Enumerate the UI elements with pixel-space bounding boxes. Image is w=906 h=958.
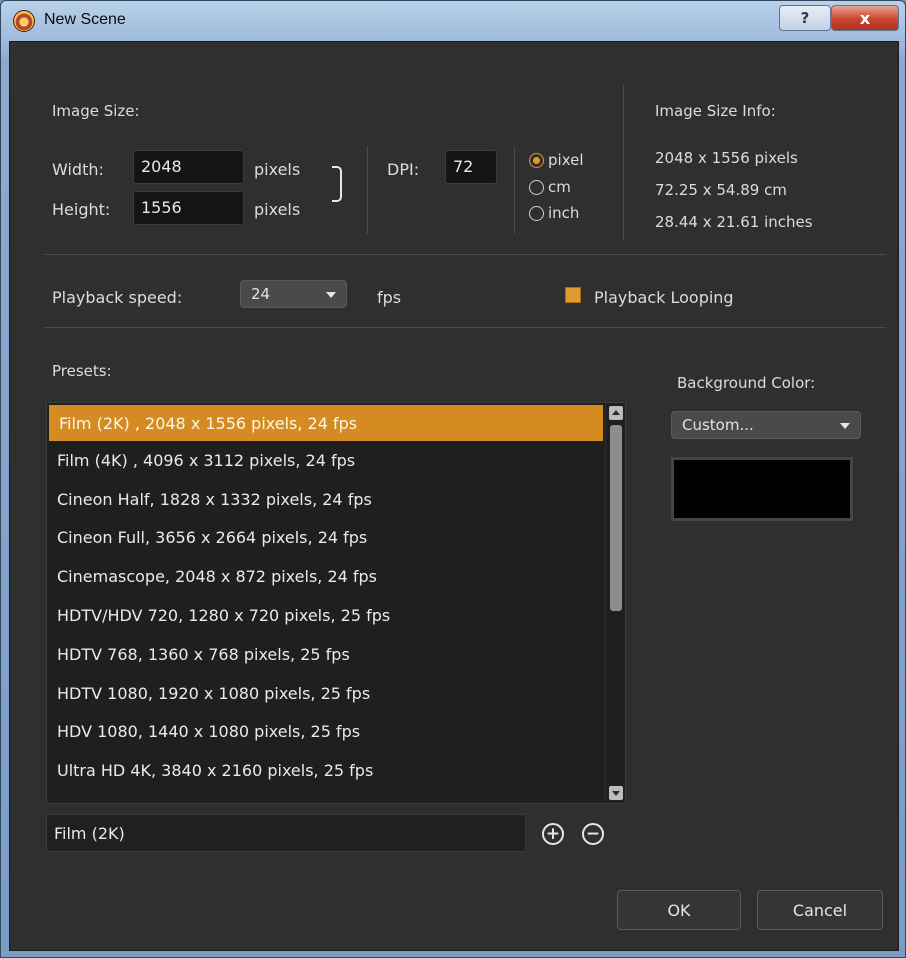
section-divider <box>44 254 886 255</box>
list-item[interactable]: Cineon Full, 3656 x 2664 pixels, 24 fps <box>47 519 625 558</box>
width-label: Width: <box>52 160 104 179</box>
unit-pixel-radio[interactable] <box>529 153 544 168</box>
playback-speed-select[interactable]: 24 <box>240 280 347 308</box>
app-logo-icon <box>13 10 35 32</box>
remove-preset-icon[interactable]: − <box>582 823 604 845</box>
background-color-swatch[interactable] <box>671 457 853 521</box>
section-divider <box>44 327 886 328</box>
height-unit: pixels <box>254 200 301 219</box>
background-mode-value: Custom... <box>682 416 754 434</box>
list-item[interactable]: HDTV/HDV 720, 1280 x 720 pixels, 25 fps <box>47 596 625 635</box>
chevron-down-icon <box>840 423 850 429</box>
list-item[interactable]: HDTV 768, 1360 x 768 pixels, 25 fps <box>47 635 625 674</box>
aspect-link-icon[interactable] <box>332 166 342 202</box>
info-inches: 28.44 x 21.61 inches <box>655 213 813 231</box>
scroll-down-icon[interactable] <box>609 786 623 800</box>
cancel-button[interactable]: Cancel <box>757 890 883 930</box>
height-input[interactable]: 1556 <box>133 191 244 225</box>
background-color-heading: Background Color: <box>677 374 816 392</box>
list-item[interactable]: Ultra HD 4K, 3840 x 2160 pixels, 25 fps <box>47 751 625 790</box>
add-preset-icon[interactable]: + <box>542 823 564 845</box>
info-cm: 72.25 x 54.89 cm <box>655 181 787 199</box>
divider <box>367 146 368 234</box>
unit-pixel-label: pixel <box>548 151 584 169</box>
info-heading: Image Size Info: <box>655 102 776 120</box>
scroll-up-icon[interactable] <box>609 406 623 420</box>
help-button[interactable]: ? <box>779 5 831 31</box>
new-scene-dialog: New Scene ? x Image Size: Width: 2048 pi… <box>0 0 906 958</box>
playback-looping-checkbox[interactable] <box>565 287 581 303</box>
list-item[interactable]: HDV 1080, 1440 x 1080 pixels, 25 fps <box>47 713 625 752</box>
unit-cm-radio[interactable] <box>529 180 544 195</box>
title-bar[interactable]: New Scene ? x <box>1 1 906 41</box>
playback-speed-value: 24 <box>251 285 271 303</box>
dialog-body: Image Size: Width: 2048 pixels Height: 1… <box>9 41 899 951</box>
info-pixels: 2048 x 1556 pixels <box>655 149 798 167</box>
background-mode-select[interactable]: Custom... <box>671 411 861 439</box>
list-item[interactable]: HDTV 1080, 1920 x 1080 pixels, 25 fps <box>47 674 625 713</box>
preset-name-input[interactable]: Film (2K) <box>46 814 526 852</box>
playback-looping-label: Playback Looping <box>594 288 734 307</box>
height-label: Height: <box>52 200 111 219</box>
presets-list[interactable]: Film (2K) , 2048 x 1556 pixels, 24 fps F… <box>46 402 626 804</box>
unit-inch-label: inch <box>548 204 580 222</box>
close-button[interactable]: x <box>831 5 899 31</box>
image-size-heading: Image Size: <box>52 102 140 120</box>
list-item[interactable]: Film (4K) , 4096 x 3112 pixels, 24 fps <box>47 441 625 480</box>
divider <box>623 84 624 240</box>
playback-speed-label: Playback speed: <box>52 288 183 307</box>
list-item[interactable]: Cinemascope, 2048 x 872 pixels, 24 fps <box>47 557 625 596</box>
unit-inch-radio[interactable] <box>529 206 544 221</box>
width-input[interactable]: 2048 <box>133 150 244 184</box>
chevron-down-icon <box>326 292 336 298</box>
list-item[interactable]: Film (2K) , 2048 x 1556 pixels, 24 fps <box>49 405 603 441</box>
unit-cm-label: cm <box>548 178 571 196</box>
ok-button[interactable]: OK <box>617 890 741 930</box>
width-unit: pixels <box>254 160 301 179</box>
dpi-label: DPI: <box>387 160 420 179</box>
divider <box>514 146 515 234</box>
list-item[interactable]: Cineon Half, 1828 x 1332 pixels, 24 fps <box>47 480 625 519</box>
presets-scrollbar[interactable] <box>605 403 625 803</box>
scroll-thumb[interactable] <box>610 425 622 611</box>
fps-unit: fps <box>377 288 402 307</box>
window-title: New Scene <box>44 11 126 28</box>
dpi-input[interactable]: 72 <box>445 150 497 184</box>
presets-heading: Presets: <box>52 362 112 380</box>
